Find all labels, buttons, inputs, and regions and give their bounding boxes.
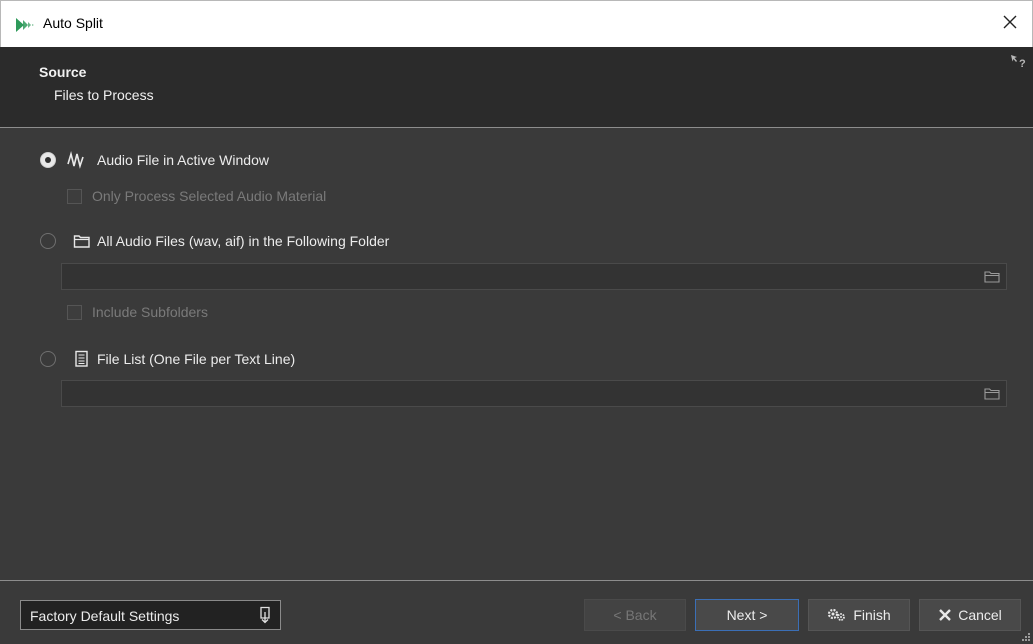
waveform-icon	[67, 151, 84, 169]
browse-folder-icon[interactable]	[984, 270, 1000, 283]
finish-button-label: Finish	[853, 607, 891, 623]
gears-icon	[828, 608, 846, 621]
cancel-button-label: Cancel	[958, 607, 1002, 623]
radio-active-window[interactable]	[40, 152, 56, 168]
context-help-icon: ?	[1011, 55, 1026, 70]
option-label-include-subfolders: Include Subfolders	[92, 304, 208, 320]
checkbox-only-selected[interactable]	[67, 189, 82, 204]
svg-text:?: ?	[1019, 58, 1026, 69]
radio-file-list[interactable]	[40, 351, 56, 367]
preset-selector[interactable]: Factory Default Settings	[20, 600, 281, 630]
close-icon	[1003, 15, 1017, 29]
window-title: Auto Split	[43, 15, 103, 31]
context-help-button[interactable]: ?	[1009, 53, 1029, 73]
source-options-panel: Audio File in Active Window Only Process…	[0, 129, 1033, 580]
option-label-active-window: Audio File in Active Window	[97, 152, 269, 168]
app-logo-icon	[16, 18, 34, 32]
file-list-path-input[interactable]	[62, 381, 1006, 406]
preset-label: Factory Default Settings	[30, 608, 180, 624]
next-button[interactable]: Next >	[695, 599, 799, 631]
folder-icon	[73, 235, 90, 248]
radio-folder[interactable]	[40, 233, 56, 249]
file-list-path-field[interactable]	[61, 380, 1007, 407]
preset-menu-icon	[260, 606, 270, 624]
browse-file-icon[interactable]	[984, 387, 1000, 400]
option-label-file-list: File List (One File per Text Line)	[97, 351, 296, 367]
page-subtitle: Files to Process	[54, 87, 154, 103]
wizard-footer: Factory Default Settings < Back Next > F…	[0, 580, 1033, 644]
close-button[interactable]	[998, 10, 1022, 34]
checkbox-include-subfolders[interactable]	[67, 305, 82, 320]
title-bar: Auto Split	[0, 0, 1033, 47]
text-file-icon	[75, 350, 88, 367]
folder-path-input[interactable]	[62, 264, 1006, 289]
page-title: Source	[39, 64, 87, 80]
option-label-only-selected: Only Process Selected Audio Material	[92, 188, 327, 204]
back-button[interactable]: < Back	[584, 599, 686, 631]
cancel-button[interactable]: Cancel	[919, 599, 1021, 631]
wizard-header: Source Files to Process ?	[0, 47, 1033, 128]
folder-path-field[interactable]	[61, 263, 1007, 290]
back-button-label: < Back	[613, 607, 657, 623]
cancel-x-icon	[939, 609, 952, 621]
finish-button[interactable]: Finish	[808, 599, 910, 631]
next-button-label: Next >	[726, 607, 768, 623]
option-label-folder: All Audio Files (wav, aif) in the Follow…	[97, 233, 390, 249]
resize-grip-icon[interactable]	[1021, 632, 1031, 642]
